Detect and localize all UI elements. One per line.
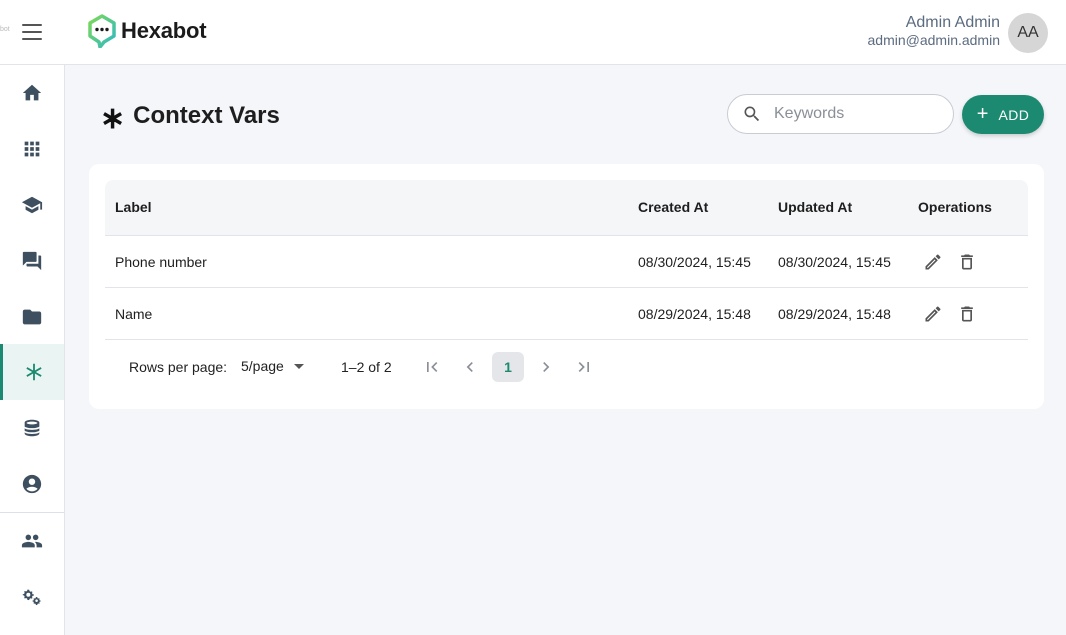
edit-button[interactable] xyxy=(923,304,943,324)
chat-bubbles-icon xyxy=(22,251,42,271)
avatar[interactable]: AA xyxy=(1008,13,1048,53)
cell-created-at: 08/29/2024, 15:48 xyxy=(638,306,751,322)
column-header-created-at[interactable]: Created At xyxy=(638,199,708,215)
pagination-range: 1–2 of 2 xyxy=(341,359,392,375)
truncated-brand-text: bot xyxy=(0,26,10,33)
sidebar-item-dashboard[interactable] xyxy=(0,65,64,121)
page-header: ∗ Context Vars xyxy=(100,98,280,134)
user-info[interactable]: Admin Admin admin@admin.admin xyxy=(868,13,1001,49)
rows-per-page-value: 5/page xyxy=(241,358,284,374)
user-email: admin@admin.admin xyxy=(867,32,1001,48)
sidebar-item-knowledge-base[interactable] xyxy=(0,289,64,345)
brand-logo[interactable]: Hexabot xyxy=(87,14,207,48)
caret-down-icon xyxy=(293,363,304,369)
sidebar-item-cms[interactable] xyxy=(0,400,64,456)
asterisk-icon xyxy=(25,363,42,381)
top-bar: bot Hexabot Admin Admin admin@admin.admi… xyxy=(0,0,1066,65)
asterisk-icon: ∗ xyxy=(100,102,126,135)
search-icon xyxy=(744,106,760,122)
sidebar-item-inbox[interactable] xyxy=(0,233,64,289)
chevron-right-icon xyxy=(543,362,550,372)
search-box[interactable] xyxy=(727,94,954,134)
add-button-label: ADD xyxy=(998,106,1030,123)
cell-label: Phone number xyxy=(115,254,207,270)
apps-grid-icon xyxy=(24,141,40,157)
user-name: Admin Admin xyxy=(905,14,1000,31)
table-header: Label Created At Updated At Operations xyxy=(105,180,1028,236)
column-header-updated-at[interactable]: Updated At xyxy=(778,199,852,215)
cell-updated-at: 08/30/2024, 15:45 xyxy=(778,254,891,270)
chevron-left-icon xyxy=(466,362,473,372)
pencil-icon xyxy=(925,306,941,322)
pencil-icon xyxy=(925,254,941,270)
next-page-button[interactable] xyxy=(536,357,556,377)
edit-button[interactable] xyxy=(923,252,943,272)
sidebar xyxy=(0,65,65,635)
column-header-operations: Operations xyxy=(918,199,992,215)
users-group-icon xyxy=(21,534,43,548)
previous-page-button[interactable] xyxy=(460,357,480,377)
sidebar-item-users[interactable] xyxy=(0,513,64,569)
first-page-button[interactable] xyxy=(422,357,442,377)
sidebar-item-nlp[interactable] xyxy=(0,177,64,233)
hexabot-logo-icon xyxy=(88,14,116,48)
search-input[interactable] xyxy=(774,105,934,123)
sidebar-item-settings[interactable] xyxy=(0,569,64,625)
cell-label: Name xyxy=(115,306,153,322)
table-row: Phone number 08/30/2024, 15:45 08/30/202… xyxy=(105,236,1028,288)
last-page-icon xyxy=(578,362,589,372)
sidebar-item-context-vars[interactable] xyxy=(0,344,64,400)
menu-toggle-button[interactable] xyxy=(22,22,42,42)
pagination: Rows per page: 5/page 1–2 of 2 1 xyxy=(105,341,1028,393)
trash-icon xyxy=(961,254,973,270)
account-circle-icon xyxy=(22,474,42,494)
cell-updated-at: 08/29/2024, 15:48 xyxy=(778,306,891,322)
delete-button[interactable] xyxy=(957,304,977,324)
trash-icon xyxy=(961,306,973,322)
cell-created-at: 08/30/2024, 15:45 xyxy=(638,254,751,270)
folder-icon xyxy=(22,309,42,325)
settings-gears-icon xyxy=(22,589,41,606)
brand-name: Hexabot xyxy=(121,18,207,43)
rows-per-page-label: Rows per page: xyxy=(129,359,228,375)
table-row: Name 08/29/2024, 15:48 08/29/2024, 15:48 xyxy=(105,288,1028,340)
context-vars-table-card: Label Created At Updated At Operations P… xyxy=(89,164,1044,409)
column-header-label[interactable]: Label xyxy=(115,199,152,215)
sidebar-item-subscribers[interactable] xyxy=(0,456,64,512)
database-icon xyxy=(24,419,40,437)
current-page-button[interactable]: 1 xyxy=(492,352,524,382)
add-button[interactable]: + ADD xyxy=(962,95,1044,134)
sidebar-item-visual-editor[interactable] xyxy=(0,121,64,177)
delete-button[interactable] xyxy=(957,252,977,272)
first-page-icon xyxy=(427,362,438,372)
home-icon xyxy=(22,84,42,101)
last-page-button[interactable] xyxy=(574,357,594,377)
page-title: Context Vars xyxy=(133,102,280,129)
rows-per-page-select[interactable]: 5/page xyxy=(241,358,304,374)
graduation-cap-icon xyxy=(21,196,43,214)
plus-icon: + xyxy=(976,102,989,125)
